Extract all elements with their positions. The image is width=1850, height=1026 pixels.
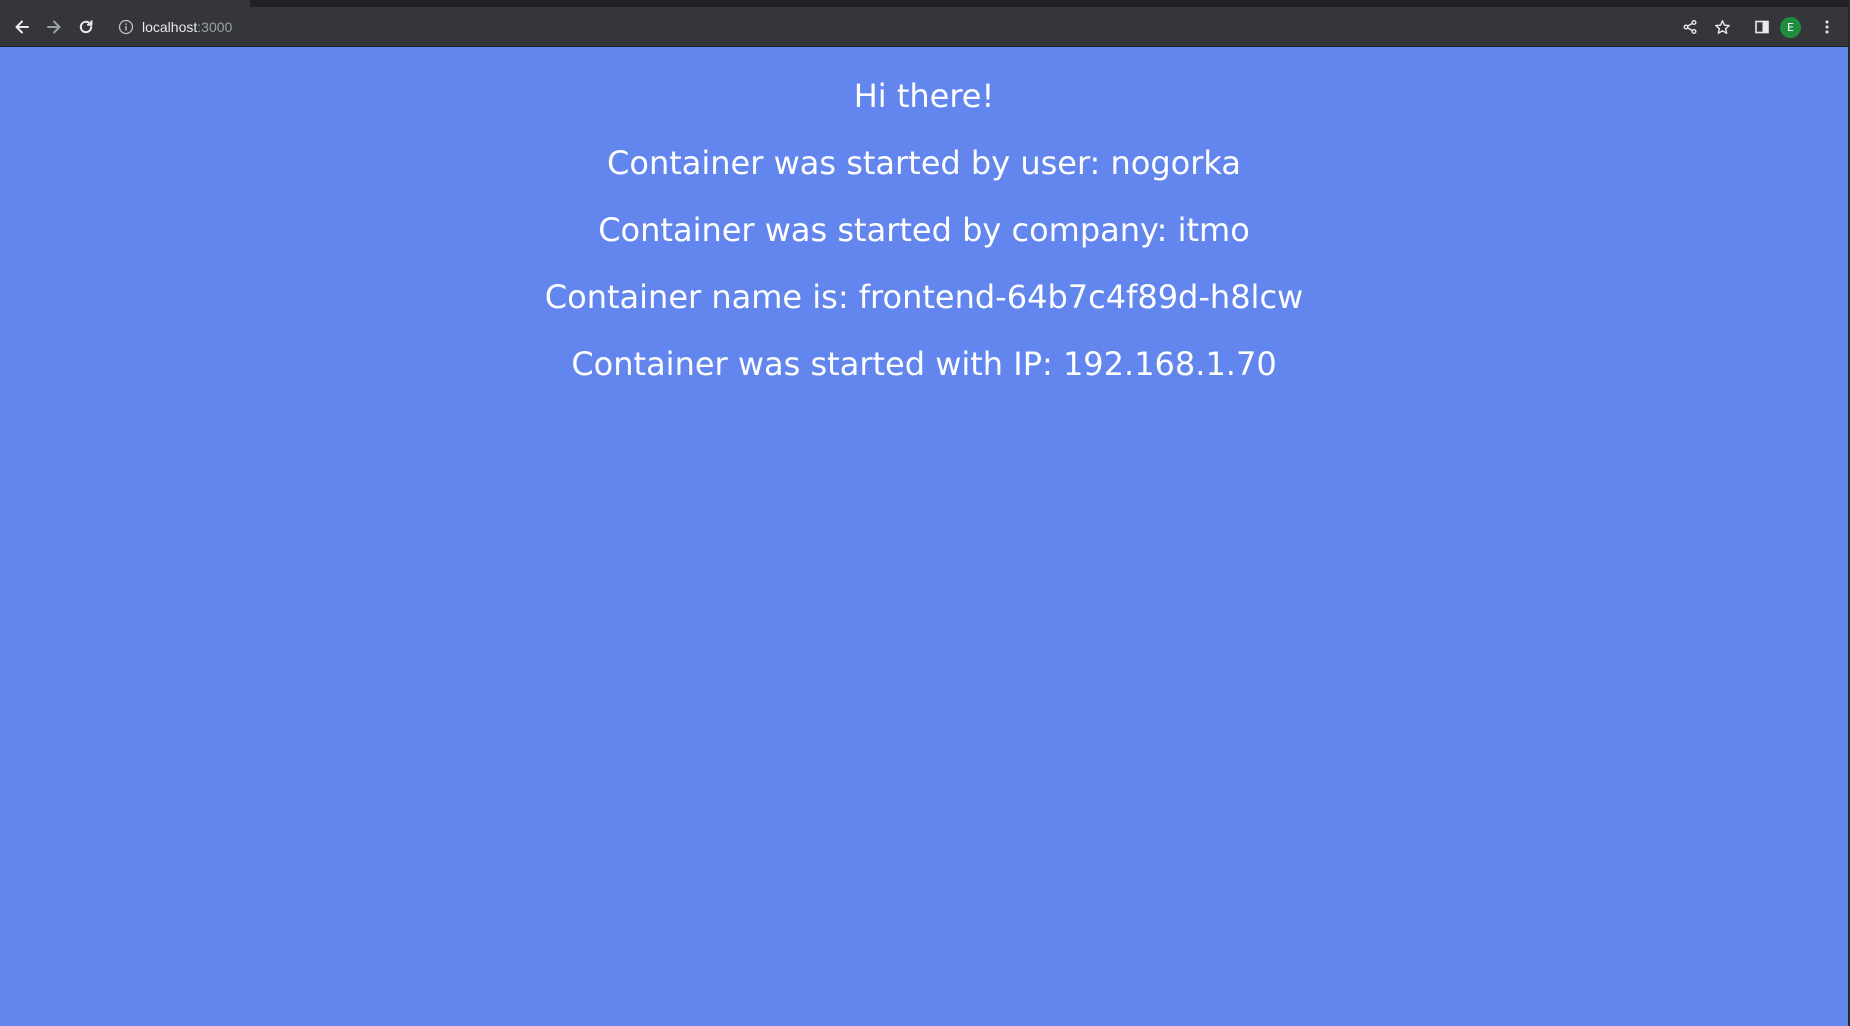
side-panel-button[interactable] — [1748, 13, 1776, 41]
url-port: :3000 — [197, 19, 233, 35]
browser-menu-button[interactable] — [1813, 13, 1841, 41]
container-user-text: Container was started by user: nogorka — [607, 144, 1241, 182]
container-company-text: Container was started by company: itmo — [598, 211, 1250, 249]
bookmark-button[interactable] — [1708, 13, 1736, 41]
url-text[interactable]: localhost:3000 — [142, 12, 232, 42]
kebab-menu-icon — [1819, 19, 1835, 35]
profile-avatar[interactable]: E — [1780, 17, 1801, 38]
forward-button[interactable] — [40, 13, 68, 41]
back-arrow-icon — [13, 18, 31, 36]
info-icon[interactable] — [118, 19, 134, 35]
browser-window: localhost:3000 E Hi there! Container was… — [0, 0, 1850, 1026]
side-panel-icon — [1754, 19, 1770, 35]
back-button[interactable] — [8, 13, 36, 41]
address-bar[interactable]: localhost:3000 — [108, 12, 1698, 42]
reload-button[interactable] — [72, 13, 100, 41]
forward-arrow-icon — [45, 18, 63, 36]
share-icon — [1682, 19, 1698, 35]
greeting-text: Hi there! — [853, 77, 995, 115]
tab-strip — [0, 0, 1850, 7]
star-icon — [1714, 19, 1731, 36]
url-host: localhost — [142, 19, 198, 35]
page-content: Hi there! Container was started by user:… — [0, 47, 1848, 1026]
share-button[interactable] — [1676, 13, 1704, 41]
container-name-text: Container name is: frontend-64b7c4f89d-h… — [544, 278, 1304, 316]
browser-toolbar: localhost:3000 E — [0, 7, 1850, 47]
container-ip-text: Container was started with IP: 192.168.1… — [571, 345, 1277, 383]
reload-icon — [77, 18, 95, 36]
active-tab[interactable] — [0, 0, 250, 7]
